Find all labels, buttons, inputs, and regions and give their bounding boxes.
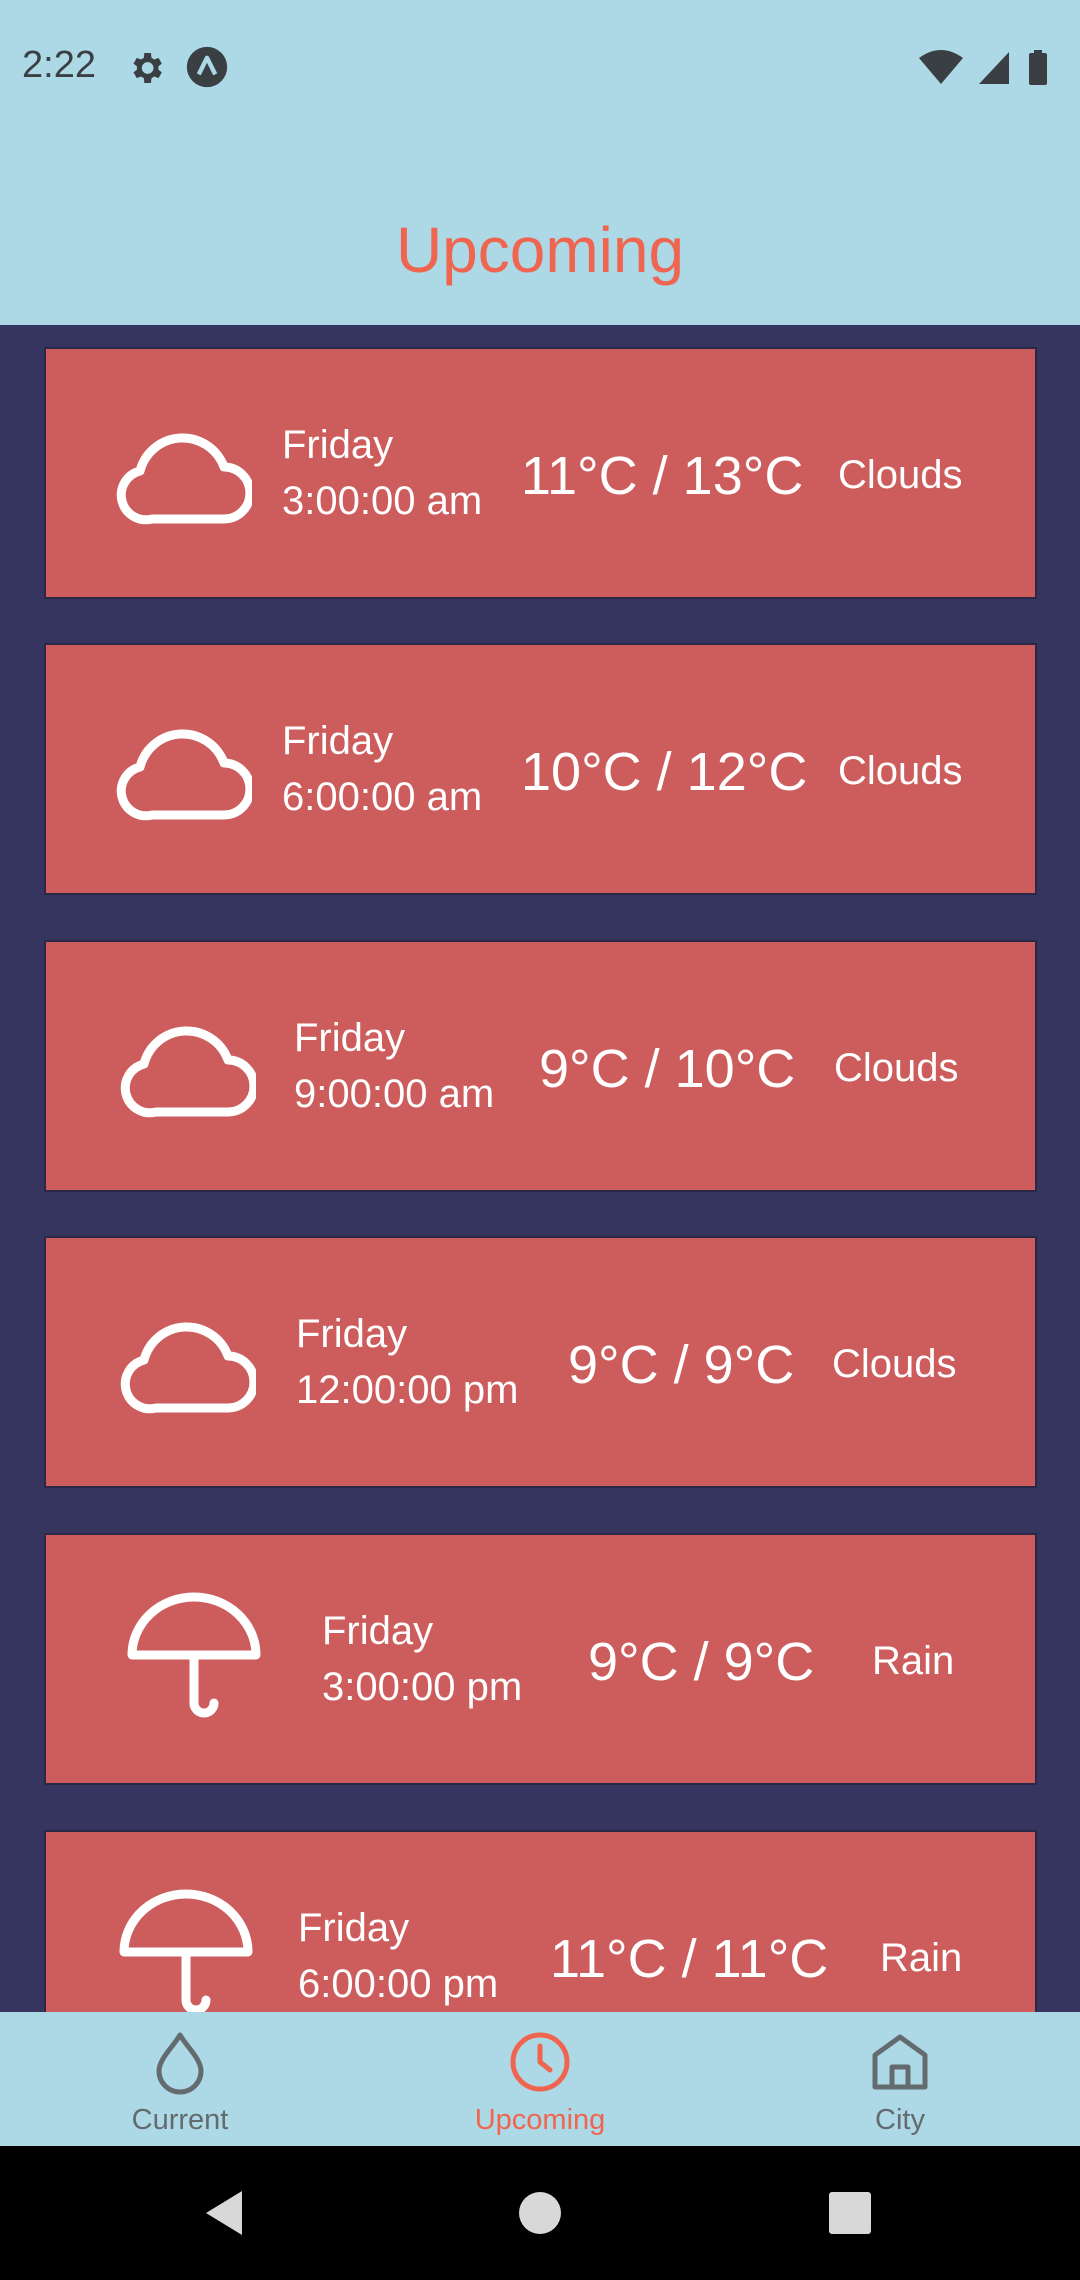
forecast-card[interactable]: Friday 9:00:00 am 9°C / 10°C Clouds xyxy=(44,940,1037,1192)
forecast-list[interactable]: Friday 3:00:00 am 11°C / 13°C Clouds Fri… xyxy=(0,325,1080,2012)
forecast-condition: Clouds xyxy=(834,1046,959,1090)
forecast-card[interactable]: Friday 12:00:00 pm 9°C / 9°C Clouds xyxy=(44,1236,1037,1488)
forecast-day: Friday xyxy=(298,1906,410,1950)
forecast-time: 6:00:00 pm xyxy=(298,1962,499,2006)
back-icon[interactable] xyxy=(196,2183,256,2243)
umbrella-icon xyxy=(127,1592,261,1718)
nav-item-upcoming[interactable]: Upcoming xyxy=(390,2012,690,2146)
cloud-icon xyxy=(116,433,252,525)
wifi-icon xyxy=(919,50,963,84)
forecast-temp: 9°C / 9°C xyxy=(568,1335,795,1395)
droplet-icon xyxy=(156,2032,204,2095)
forecast-temp: 11°C / 11°C xyxy=(550,1929,829,1989)
recents-icon[interactable] xyxy=(820,2183,880,2243)
cloud-icon xyxy=(120,1322,256,1414)
nav-item-city[interactable]: City xyxy=(750,2012,1050,2146)
app-badge-icon xyxy=(186,46,228,88)
forecast-card[interactable]: Friday 3:00:00 pm 9°C / 9°C Rain xyxy=(44,1533,1037,1785)
home-icon xyxy=(872,2034,928,2090)
forecast-condition: Clouds xyxy=(838,453,963,497)
forecast-day: Friday xyxy=(294,1016,406,1060)
forecast-condition: Rain xyxy=(872,1639,955,1683)
app-header: Upcoming xyxy=(0,135,1080,325)
nav-label-city: City xyxy=(875,2104,925,2136)
forecast-card[interactable]: Friday 6:00:00 am 10°C / 12°C Clouds xyxy=(44,643,1037,895)
forecast-temp: 11°C / 13°C xyxy=(521,446,804,506)
nav-label-current: Current xyxy=(131,2104,229,2136)
umbrella-icon xyxy=(119,1889,253,2012)
cellular-signal-icon xyxy=(979,52,1009,84)
battery-icon xyxy=(1029,50,1047,85)
gear-icon xyxy=(133,53,162,83)
forecast-day: Friday xyxy=(296,1312,408,1356)
cloud-icon xyxy=(116,729,252,821)
forecast-time: 3:00:00 am xyxy=(282,479,483,523)
home-circle-icon[interactable] xyxy=(510,2183,570,2243)
forecast-temp: 9°C / 9°C xyxy=(588,1632,815,1692)
page-title: Upcoming xyxy=(395,214,685,286)
nav-item-current[interactable]: Current xyxy=(30,2012,330,2146)
system-nav-bar xyxy=(0,2146,1080,2280)
forecast-temp: 9°C / 10°C xyxy=(539,1039,796,1099)
status-time: 2:22 xyxy=(22,44,96,86)
forecast-time: 6:00:00 am xyxy=(282,775,483,819)
forecast-time: 3:00:00 pm xyxy=(322,1665,523,1709)
forecast-day: Friday xyxy=(322,1609,434,1653)
cloud-icon xyxy=(120,1026,256,1118)
forecast-condition: Clouds xyxy=(838,749,963,793)
status-right-icons xyxy=(919,50,1047,85)
status-bar: 2:22 xyxy=(0,0,1080,135)
forecast-condition: Clouds xyxy=(832,1342,957,1386)
forecast-temp: 10°C / 12°C xyxy=(521,742,808,802)
forecast-condition: Rain xyxy=(880,1936,963,1980)
forecast-day: Friday xyxy=(282,719,394,763)
forecast-time: 12:00:00 pm xyxy=(296,1368,519,1412)
forecast-card[interactable]: Friday 6:00:00 pm 11°C / 11°C Rain xyxy=(44,1830,1037,2012)
forecast-day: Friday xyxy=(282,423,394,467)
bottom-nav: Current Upcoming City xyxy=(0,2012,1080,2146)
nav-label-upcoming: Upcoming xyxy=(474,2104,606,2136)
forecast-time: 9:00:00 am xyxy=(294,1072,495,1116)
clock-icon xyxy=(510,2032,570,2092)
forecast-card[interactable]: Friday 3:00:00 am 11°C / 13°C Clouds xyxy=(44,347,1037,599)
